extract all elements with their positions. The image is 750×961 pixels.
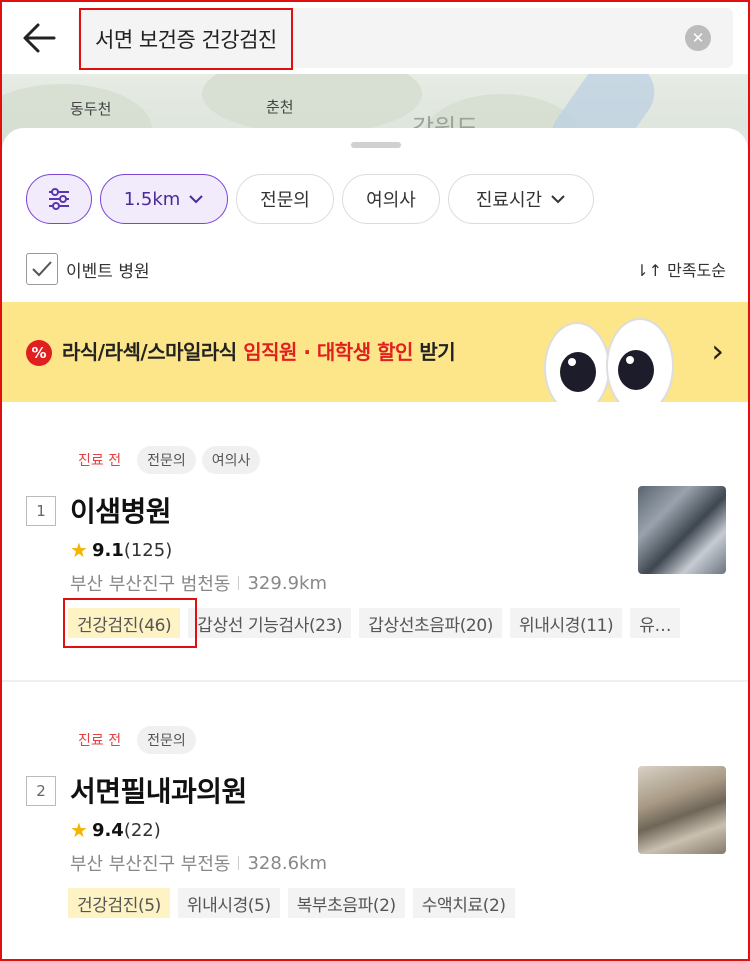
- mascot-eye-right: [606, 318, 674, 402]
- status-badge: 진료 전: [68, 726, 132, 754]
- chevron-right-icon: ›: [711, 332, 724, 370]
- app-frame: 서면 보건증 건강검진 ✕ 동두천 춘천 강원도: [0, 0, 750, 961]
- tag: 위내시경(11): [510, 608, 623, 638]
- filter-female-doctor-label: 여의사: [366, 190, 416, 211]
- sort-button[interactable]: ⇂↑ 만족도순: [635, 257, 726, 281]
- hospital-photo[interactable]: [638, 486, 726, 574]
- tag: 유…: [630, 608, 681, 638]
- tag: 갑상선 기능검사(23): [188, 608, 352, 638]
- review-count: (125): [123, 539, 173, 561]
- arrow-left-icon: [23, 23, 56, 53]
- results-sheet: 1.5km 전문의 여의사 진료시간 이벤트 병원 ⇂↑ 만족도순 % 라식/라…: [2, 128, 748, 959]
- back-button[interactable]: [20, 18, 60, 58]
- hospital-name[interactable]: 서면필내과의원: [70, 770, 247, 810]
- promo-banner[interactable]: % 라식/라섹/스마일라식 임직원 · 대학생 할인 받기 ›: [2, 302, 748, 402]
- sheet-drag-handle[interactable]: [351, 142, 401, 148]
- search-query-text[interactable]: 서면 보건증 건강검진: [79, 8, 293, 70]
- discount-badge-icon: %: [26, 340, 52, 366]
- filter-female-doctor[interactable]: 여의사: [342, 174, 440, 224]
- event-hospital-filter[interactable]: 이벤트 병원: [26, 253, 150, 285]
- event-checkbox[interactable]: [26, 253, 58, 285]
- search-header: 서면 보건증 건강검진 ✕: [2, 2, 748, 74]
- rank-number: 2: [26, 776, 56, 806]
- close-icon: ✕: [691, 28, 705, 47]
- check-icon: [32, 261, 52, 277]
- status-badge: 전문의: [137, 726, 196, 754]
- tag: 수액치료(2): [412, 888, 515, 918]
- map-label-chuncheon: 춘천: [266, 98, 294, 116]
- hospital-name[interactable]: 이샘병원: [70, 490, 172, 530]
- treatment-tags: 건강검진(5) 위내시경(5) 복부초음파(2) 수액치료(2): [68, 888, 515, 918]
- status-badge: 여의사: [201, 446, 261, 474]
- status-badges: 진료 전 전문의 여의사: [68, 446, 261, 474]
- rating-score: 9.4: [91, 819, 124, 841]
- filter-hours-label: 진료시간: [475, 190, 543, 211]
- status-badge: 진료 전: [68, 446, 132, 474]
- event-filter-label: 이벤트 병원: [66, 261, 150, 282]
- address: 부산 부산진구 부전동: [70, 854, 231, 875]
- status-badges: 진료 전 전문의: [68, 726, 196, 754]
- address-row: 부산 부산진구 부전동 328.6km: [70, 850, 327, 876]
- list-item[interactable]: 진료 전 전문의 여의사 1 이샘병원 ★ 9.1 (125) 부산 부산진구 …: [2, 402, 748, 682]
- options-row: 이벤트 병원 ⇂↑ 만족도순: [26, 252, 726, 286]
- distance: 328.6km: [247, 852, 327, 874]
- tag: 갑상선초음파(20): [359, 608, 502, 638]
- tag: 위내시경(5): [177, 888, 280, 918]
- filter-hours[interactable]: 진료시간: [448, 174, 594, 224]
- sliders-icon: [49, 188, 69, 210]
- rating: ★ 9.4 (22): [70, 818, 161, 842]
- filter-specialist-label: 전문의: [260, 190, 310, 211]
- rank-number: 1: [26, 496, 56, 526]
- review-count: (22): [123, 819, 161, 841]
- chevron-down-icon: [551, 195, 565, 204]
- address: 부산 부산진구 범천동: [70, 574, 231, 595]
- tag-health-checkup: 건강검진(5): [68, 888, 170, 918]
- banner-text: 라식/라섹/스마일라식 임직원 · 대학생 할인 받기: [62, 336, 456, 365]
- filter-distance-label: 1.5km: [123, 188, 181, 210]
- clear-search-button[interactable]: ✕: [685, 25, 711, 51]
- filter-distance[interactable]: 1.5km: [100, 174, 228, 224]
- highlight-box: [63, 598, 197, 648]
- rating: ★ 9.1 (125): [70, 538, 172, 562]
- filter-specialist[interactable]: 전문의: [236, 174, 334, 224]
- filter-bar: 1.5km 전문의 여의사 진료시간: [26, 174, 594, 224]
- chevron-down-icon: [189, 195, 204, 204]
- star-icon: ★: [70, 818, 88, 842]
- star-icon: ★: [70, 538, 88, 562]
- rating-score: 9.1: [91, 539, 124, 561]
- distance: 329.9km: [247, 572, 327, 594]
- filter-settings-button[interactable]: [26, 174, 92, 224]
- tag: 복부초음파(2): [287, 888, 405, 918]
- status-badge: 전문의: [137, 446, 196, 474]
- banner-text-main: 라식/라섹/스마일라식: [62, 340, 244, 364]
- map-label-dongducheon: 동두천: [70, 100, 112, 118]
- list-item[interactable]: 진료 전 전문의 2 서면필내과의원 ★ 9.4 (22) 부산 부산진구 부전…: [2, 682, 748, 959]
- banner-text-end: 받기: [412, 340, 456, 364]
- search-input[interactable]: 서면 보건증 건강검진 ✕: [78, 8, 733, 70]
- sort-label: ⇂↑ 만족도순: [635, 261, 726, 280]
- mascot-eye-left: [544, 322, 610, 402]
- banner-text-highlight: 임직원 · 대학생 할인: [243, 340, 413, 364]
- hospital-photo[interactable]: [638, 766, 726, 854]
- address-row: 부산 부산진구 범천동 329.9km: [70, 570, 327, 596]
